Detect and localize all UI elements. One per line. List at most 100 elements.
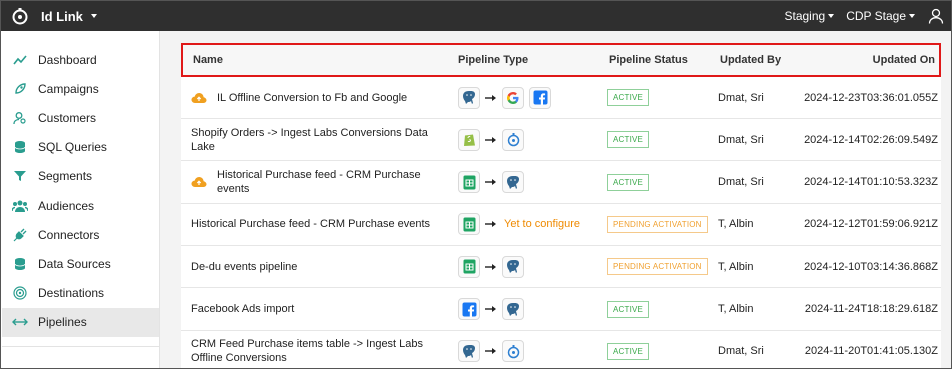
status-badge: PENDING ACTIVATION bbox=[607, 215, 708, 233]
trend-line-icon bbox=[12, 52, 28, 68]
sidebar-item-label: SQL Queries bbox=[38, 140, 107, 155]
table-row[interactable]: IL Offline Conversion to Fb and Google AC… bbox=[181, 77, 941, 119]
sidebar-item-label: Segments bbox=[38, 169, 93, 184]
pipeline-type bbox=[458, 171, 524, 194]
column-header-pipeline-type[interactable]: Pipeline Type bbox=[458, 54, 528, 66]
sidebar-item-campaigns[interactable]: Campaigns bbox=[2, 74, 159, 103]
postgres-icon bbox=[458, 86, 480, 109]
column-header-updated-by[interactable]: Updated By bbox=[720, 54, 781, 66]
sidebar-item-label: Campaigns bbox=[38, 81, 99, 96]
arrow-right-icon bbox=[485, 136, 497, 144]
arrow-right-icon bbox=[485, 305, 497, 313]
pipeline-type bbox=[458, 255, 524, 278]
updated-on: 2024-12-14T02:26:09.549Z bbox=[804, 133, 938, 146]
pipeline-type bbox=[458, 340, 524, 363]
shopify-icon bbox=[458, 128, 480, 151]
rocket-icon bbox=[12, 81, 28, 97]
table-row[interactable]: Historical Purchase feed - CRM Purchase … bbox=[181, 162, 941, 204]
cloud-upload-icon bbox=[191, 92, 217, 104]
google-sheets-icon bbox=[458, 171, 480, 194]
sidebar-item-dashboard[interactable]: Dashboard bbox=[2, 45, 159, 74]
table-row[interactable]: CRM Feed Purchase items table -> Ingest … bbox=[181, 331, 941, 368]
arrow-right-icon bbox=[485, 94, 497, 102]
status-badge: ACTIVE bbox=[607, 89, 650, 106]
arrow-right-icon bbox=[485, 220, 497, 228]
environment-label: Staging bbox=[784, 9, 826, 23]
environment-selector[interactable]: Staging bbox=[784, 9, 835, 23]
app-switcher[interactable]: Id Link bbox=[41, 9, 97, 24]
yet-to-configure-link[interactable]: Yet to configure bbox=[504, 218, 580, 230]
pipeline-type bbox=[458, 86, 551, 109]
pipeline-type bbox=[458, 298, 524, 320]
status-badge: PENDING ACTIVATION bbox=[607, 258, 708, 276]
facebook-icon bbox=[458, 298, 480, 320]
table-row[interactable]: Shopify Orders -> Ingest Labs Conversion… bbox=[181, 119, 941, 162]
table-row[interactable]: De-du events pipeline PENDING ACTIVATION T… bbox=[181, 246, 941, 289]
column-header-updated-on[interactable]: Updated On bbox=[873, 54, 935, 66]
app-logo-icon[interactable] bbox=[11, 7, 29, 25]
user-profile-icon[interactable] bbox=[927, 7, 945, 25]
sidebar-item-label: Connectors bbox=[38, 227, 100, 242]
target-icon bbox=[12, 285, 28, 301]
sidebar-item-data-sources[interactable]: Data Sources bbox=[2, 249, 159, 278]
status-badge: ACTIVE bbox=[607, 173, 650, 191]
sidebar-item-label: Dashboard bbox=[38, 52, 97, 67]
sidebar-item-label: Customers bbox=[38, 110, 97, 125]
updated-by: T, Albin bbox=[718, 303, 754, 315]
database-icon bbox=[12, 139, 28, 155]
table-row[interactable]: Facebook Ads import ACTIVE T, Albin 2024-11… bbox=[181, 289, 941, 331]
updated-by: T, Albin bbox=[718, 260, 754, 273]
postgres-icon bbox=[502, 298, 524, 320]
arrow-right-icon bbox=[485, 347, 497, 355]
pipeline-type bbox=[458, 128, 524, 151]
workspace-selector[interactable]: CDP Stage bbox=[846, 9, 915, 23]
app-name: Id Link bbox=[41, 8, 83, 24]
user-search-icon bbox=[12, 110, 28, 126]
pipeline-name[interactable]: CRM Feed Purchase items table -> Ingest … bbox=[191, 337, 453, 365]
sidebar-item-audiences[interactable]: Audiences bbox=[2, 191, 159, 220]
pipeline-name[interactable]: IL Offline Conversion to Fb and Google bbox=[217, 91, 407, 105]
sidebar-item-label: Destinations bbox=[38, 286, 105, 301]
arrow-right-icon bbox=[485, 263, 497, 271]
sidebar-item-segments[interactable]: Segments bbox=[2, 162, 159, 191]
arrow-right-icon bbox=[485, 178, 497, 186]
updated-by: T, Albin bbox=[718, 218, 754, 231]
chevron-down-icon bbox=[909, 14, 915, 18]
sidebar-item-connectors[interactable]: Connectors bbox=[2, 220, 159, 249]
sidebar-item-label: Pipelines bbox=[38, 315, 87, 330]
pipeline-name[interactable]: Facebook Ads import bbox=[191, 302, 294, 316]
pipeline-name[interactable]: De-du events pipeline bbox=[191, 260, 297, 274]
facebook-icon bbox=[529, 86, 551, 109]
column-header-pipeline-status[interactable]: Pipeline Status bbox=[609, 54, 688, 66]
sidebar-item-destinations[interactable]: Destinations bbox=[2, 279, 159, 308]
sidebar-item-customers[interactable]: Customers bbox=[2, 103, 159, 132]
ingestlabs-icon bbox=[502, 128, 524, 151]
updated-by: Dmat, Sri bbox=[718, 176, 764, 189]
postgres-icon bbox=[502, 255, 524, 278]
pipeline-name[interactable]: Historical Purchase feed - CRM Purchase … bbox=[217, 168, 453, 196]
google-icon bbox=[502, 86, 524, 109]
cloud-upload-icon bbox=[191, 176, 217, 188]
sidebar-divider bbox=[2, 346, 160, 347]
chevron-down-icon bbox=[90, 14, 97, 18]
updated-by: Dmat, Sri bbox=[718, 133, 764, 146]
table-row[interactable]: Historical Purchase feed - CRM Purchase … bbox=[181, 204, 941, 246]
pipeline-name[interactable]: Shopify Orders -> Ingest Labs Conversion… bbox=[191, 126, 453, 154]
postgres-icon bbox=[502, 171, 524, 194]
column-header-name[interactable]: Name bbox=[193, 54, 223, 66]
sidebar-item-pipelines[interactable]: Pipelines bbox=[2, 307, 159, 337]
status-badge: ACTIVE bbox=[607, 342, 650, 360]
top-bar: Id Link Staging CDP Stage bbox=[1, 1, 951, 31]
sidebar-item-sql-queries[interactable]: SQL Queries bbox=[2, 133, 159, 162]
updated-on: 2024-12-12T01:59:06.921Z bbox=[804, 218, 938, 231]
table-header: Name Pipeline Type Pipeline Status Updat… bbox=[181, 43, 941, 77]
pipeline-type: Yet to configure bbox=[458, 213, 580, 236]
app-window: Id Link Staging CDP Stage Dashboard Campa… bbox=[0, 0, 952, 369]
google-sheets-icon bbox=[458, 213, 480, 236]
updated-on: 2024-12-23T03:36:01.055Z bbox=[804, 91, 938, 104]
plug-icon bbox=[12, 227, 28, 243]
status-badge: ACTIVE bbox=[607, 300, 650, 318]
pipelines-table: Name Pipeline Type Pipeline Status Updat… bbox=[181, 43, 941, 368]
pipeline-name[interactable]: Historical Purchase feed - CRM Purchase … bbox=[191, 217, 430, 231]
sidebar-item-label: Audiences bbox=[38, 198, 95, 213]
